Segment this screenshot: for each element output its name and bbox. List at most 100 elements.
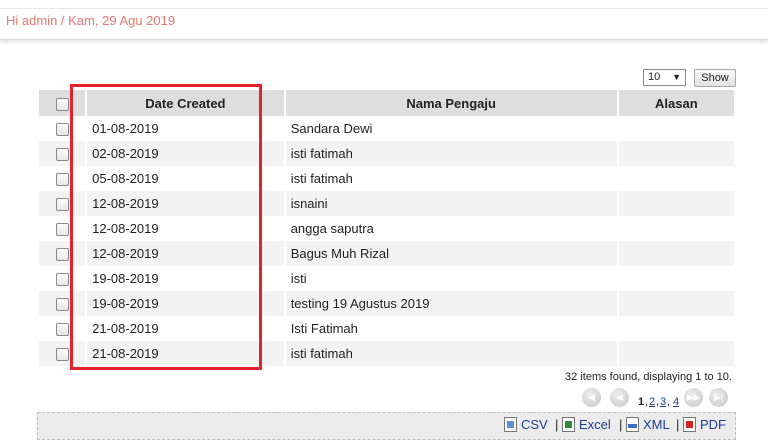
row-select-cell bbox=[39, 191, 86, 216]
row-checkbox[interactable] bbox=[55, 348, 69, 362]
alasan-cell bbox=[618, 241, 734, 266]
nama-pengaju-cell: Sandara Dewi bbox=[285, 116, 617, 141]
row-checkbox[interactable] bbox=[55, 173, 69, 187]
column-header-alasan[interactable]: Alasan bbox=[618, 90, 734, 116]
page-number-link[interactable]: 3 bbox=[660, 396, 666, 408]
row-select-cell bbox=[39, 166, 86, 191]
select-all-checkbox[interactable] bbox=[55, 97, 69, 111]
pdf-file-icon bbox=[683, 417, 696, 432]
show-button[interactable]: Show bbox=[694, 69, 736, 87]
alasan-cell bbox=[618, 291, 734, 316]
row-checkbox[interactable] bbox=[55, 323, 69, 337]
table-row[interactable]: 12-08-2019 angga saputra bbox=[39, 216, 734, 241]
alasan-cell bbox=[618, 116, 734, 141]
select-all-header bbox=[39, 90, 86, 116]
row-checkbox[interactable] bbox=[55, 223, 69, 237]
export-xml-label: XML bbox=[643, 417, 670, 432]
previous-page-icon[interactable]: ◀ bbox=[610, 388, 629, 407]
nama-pengaju-cell: Isti Fatimah bbox=[285, 316, 617, 341]
alasan-cell bbox=[618, 191, 734, 216]
date-created-cell: 19-08-2019 bbox=[87, 266, 284, 291]
first-page-icon[interactable]: ◀ bbox=[582, 388, 601, 407]
date-created-cell: 12-08-2019 bbox=[87, 191, 284, 216]
page-number-current: 1 bbox=[638, 396, 645, 408]
alasan-cell bbox=[618, 341, 734, 366]
date-created-cell: 19-08-2019 bbox=[87, 291, 284, 316]
export-csv-label: CSV bbox=[521, 417, 548, 432]
export-csv-link[interactable]: CSV bbox=[504, 417, 548, 432]
date-created-cell: 21-08-2019 bbox=[87, 341, 284, 366]
date-created-cell: 05-08-2019 bbox=[87, 166, 284, 191]
alasan-cell bbox=[618, 141, 734, 166]
row-select-cell bbox=[39, 116, 86, 141]
table-row[interactable]: 12-08-2019 Bagus Muh Rizal bbox=[39, 241, 734, 266]
nama-pengaju-cell: isti fatimah bbox=[285, 341, 617, 366]
row-select-cell bbox=[39, 291, 86, 316]
table-row[interactable]: 21-08-2019 isti fatimah bbox=[39, 341, 734, 366]
export-excel-label: Excel bbox=[579, 417, 611, 432]
column-header-date-created[interactable]: Date Created bbox=[87, 90, 284, 116]
row-checkbox[interactable] bbox=[55, 248, 69, 262]
row-checkbox[interactable] bbox=[55, 298, 69, 312]
row-select-cell bbox=[39, 341, 86, 366]
page-number-link[interactable]: 4 bbox=[673, 396, 679, 408]
last-page-icon[interactable]: ▶| bbox=[709, 388, 728, 407]
nama-pengaju-cell: isnaini bbox=[285, 191, 617, 216]
greeting-text: Hi admin / Kam, 29 Agu 2019 bbox=[6, 13, 176, 28]
page-separator: , bbox=[656, 396, 660, 408]
page-size-value: 10 bbox=[648, 71, 661, 83]
alasan-cell bbox=[618, 216, 734, 241]
table-row[interactable]: 19-08-2019 isti bbox=[39, 266, 734, 291]
top-bar: Hi admin / Kam, 29 Agu 2019 bbox=[0, 0, 768, 40]
export-pdf-link[interactable]: PDF bbox=[683, 417, 726, 432]
table-header-row: Date Created Nama Pengaju Alasan bbox=[39, 90, 734, 116]
alasan-cell bbox=[618, 166, 734, 191]
nama-pengaju-cell: isti fatimah bbox=[285, 166, 617, 191]
export-pdf-label: PDF bbox=[700, 417, 726, 432]
page-separator: , bbox=[667, 396, 671, 408]
row-select-cell bbox=[39, 316, 86, 341]
row-select-cell bbox=[39, 266, 86, 291]
row-select-cell bbox=[39, 216, 86, 241]
alasan-cell bbox=[618, 316, 734, 341]
nama-pengaju-cell: angga saputra bbox=[285, 216, 617, 241]
export-xml-link[interactable]: XML bbox=[626, 417, 670, 432]
result-summary: 32 items found, displaying 1 to 10. bbox=[565, 371, 732, 383]
nama-pengaju-cell: isti fatimah bbox=[285, 141, 617, 166]
csv-file-icon bbox=[504, 417, 517, 432]
alasan-cell bbox=[618, 266, 734, 291]
nama-pengaju-cell: Bagus Muh Rizal bbox=[285, 241, 617, 266]
export-separator: | bbox=[555, 417, 559, 432]
table-row[interactable]: 02-08-2019 isti fatimah bbox=[39, 141, 734, 166]
row-checkbox[interactable] bbox=[55, 148, 69, 162]
table-row[interactable]: 12-08-2019 isnaini bbox=[39, 191, 734, 216]
column-header-nama-pengaju[interactable]: Nama Pengaju bbox=[285, 90, 617, 116]
row-checkbox[interactable] bbox=[55, 273, 69, 287]
date-created-cell: 01-08-2019 bbox=[87, 116, 284, 141]
table-row[interactable]: 21-08-2019 Isti Fatimah bbox=[39, 316, 734, 341]
table-row[interactable]: 05-08-2019 isti fatimah bbox=[39, 166, 734, 191]
xml-file-icon bbox=[626, 417, 639, 432]
row-select-cell bbox=[39, 141, 86, 166]
page-size-select[interactable]: 10 ▼ bbox=[643, 69, 686, 86]
next-page-icon[interactable]: ▶▶ bbox=[684, 388, 703, 407]
row-select-cell bbox=[39, 241, 86, 266]
page-separator: , bbox=[645, 396, 649, 408]
export-separator: | bbox=[619, 417, 623, 432]
row-checkbox[interactable] bbox=[55, 198, 69, 212]
date-created-cell: 12-08-2019 bbox=[87, 241, 284, 266]
date-created-cell: 02-08-2019 bbox=[87, 141, 284, 166]
table-row[interactable]: 01-08-2019 Sandara Dewi bbox=[39, 116, 734, 141]
export-separator: | bbox=[676, 417, 680, 432]
data-table: Date Created Nama Pengaju Alasan 01-08-2… bbox=[37, 90, 736, 366]
row-checkbox[interactable] bbox=[55, 123, 69, 137]
table-row[interactable]: 19-08-2019 testing 19 Agustus 2019 bbox=[39, 291, 734, 316]
chevron-down-icon: ▼ bbox=[672, 72, 681, 82]
date-created-cell: 12-08-2019 bbox=[87, 216, 284, 241]
page-number-link[interactable]: 2 bbox=[649, 396, 655, 408]
top-bar-divider bbox=[0, 8, 768, 9]
nama-pengaju-cell: isti bbox=[285, 266, 617, 291]
nama-pengaju-cell: testing 19 Agustus 2019 bbox=[285, 291, 617, 316]
date-created-cell: 21-08-2019 bbox=[87, 316, 284, 341]
export-excel-link[interactable]: Excel bbox=[562, 417, 611, 432]
